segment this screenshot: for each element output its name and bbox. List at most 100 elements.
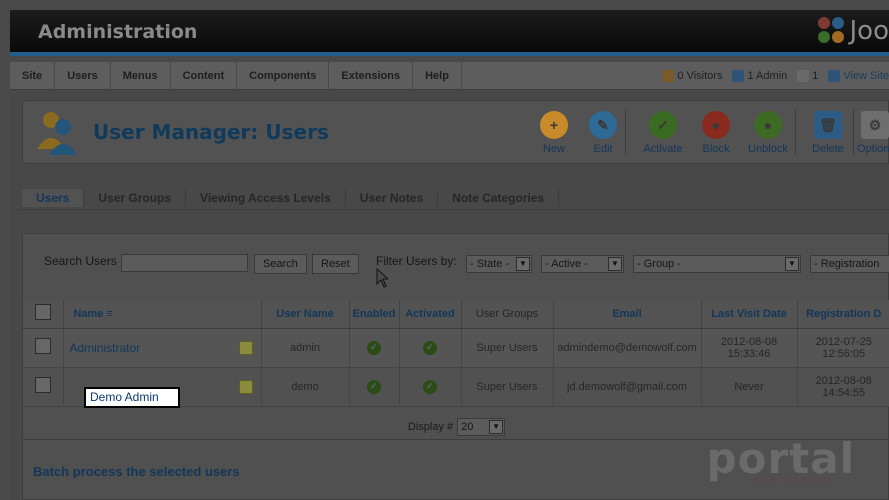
page-title: User Manager: Users bbox=[93, 120, 329, 144]
view-site-icon bbox=[828, 70, 841, 82]
chevron-down-icon: ▼ bbox=[489, 419, 504, 434]
highlighted-user-name-link[interactable]: Demo Admin bbox=[84, 387, 180, 408]
pencil-icon: ✎ bbox=[589, 111, 617, 139]
options-icon: ⚙ bbox=[861, 111, 889, 139]
activated-cell: ✓ bbox=[399, 328, 462, 368]
group-select[interactable]: - Group - ▼ bbox=[633, 255, 801, 273]
plus-icon: + bbox=[540, 111, 568, 139]
username-column-header[interactable]: User Name bbox=[261, 300, 350, 329]
registration-column-header[interactable]: Registration D bbox=[797, 300, 889, 329]
table-header-row: Name ≡ User Name Enabled Activated User … bbox=[23, 300, 889, 329]
visitors-icon bbox=[662, 70, 675, 82]
admin-header: Administration Joo bbox=[10, 10, 889, 56]
check-icon[interactable]: ✓ bbox=[367, 340, 381, 355]
sub-tabs: Users User Groups Viewing Access Levels … bbox=[18, 186, 889, 210]
tab-note-categories[interactable]: Note Categories bbox=[438, 188, 560, 207]
select-all-header bbox=[23, 300, 64, 329]
tab-user-notes[interactable]: User Notes bbox=[346, 188, 439, 207]
new-button[interactable]: + New bbox=[528, 111, 580, 155]
email-cell: admindemo@demowolf.com bbox=[553, 328, 702, 368]
chevron-down-icon: ▼ bbox=[785, 257, 799, 271]
last-visit-cell: 2012-08-08 15:33:46 bbox=[701, 328, 798, 368]
trash-icon: 🗑 bbox=[814, 111, 842, 139]
activated-column-header[interactable]: Activated bbox=[399, 300, 462, 329]
tab-viewing-access-levels[interactable]: Viewing Access Levels bbox=[186, 188, 346, 207]
groups-cell: Super Users bbox=[461, 367, 554, 407]
menu-components[interactable]: Components bbox=[237, 61, 330, 90]
check-icon[interactable]: ✓ bbox=[423, 379, 437, 394]
email-column-header[interactable]: Email bbox=[553, 300, 702, 329]
activated-cell: ✓ bbox=[399, 367, 462, 407]
enabled-cell: ✓ bbox=[349, 367, 400, 407]
status-area: 0 Visitors 1 Admin 1 View Site bbox=[662, 62, 889, 90]
menu-help[interactable]: Help bbox=[413, 61, 462, 90]
menu-site[interactable]: Site bbox=[10, 61, 56, 90]
joomla-logo: Joo bbox=[817, 14, 889, 48]
row-checkbox-cell bbox=[23, 328, 64, 368]
search-button[interactable]: Search bbox=[254, 254, 307, 274]
search-input[interactable] bbox=[121, 254, 248, 272]
row-checkbox[interactable] bbox=[34, 377, 51, 393]
select-all-checkbox[interactable] bbox=[34, 304, 51, 321]
user-name-link[interactable]: Administrator bbox=[70, 341, 141, 355]
chevron-down-icon: ▼ bbox=[516, 257, 530, 271]
options-button[interactable]: ⚙ Options bbox=[857, 111, 889, 155]
admin-title: Administration bbox=[38, 21, 198, 43]
last-visit-column-header[interactable]: Last Visit Date bbox=[701, 300, 798, 329]
joomla-mark-icon bbox=[817, 17, 846, 45]
user-name-cell: Administrator bbox=[63, 328, 262, 368]
groups-cell: Super Users bbox=[461, 328, 554, 368]
active-select[interactable]: - Active - ▼ bbox=[541, 255, 624, 273]
admins-status: 1 Admin bbox=[732, 70, 787, 82]
registration-cell: 2012-07-25 12:56:05 bbox=[797, 328, 889, 368]
toolbar-divider bbox=[853, 109, 854, 155]
batch-process-heading: Batch process the selected users bbox=[33, 464, 240, 479]
messages-status[interactable]: 1 bbox=[797, 70, 818, 82]
groups-column-header: User Groups bbox=[461, 300, 554, 329]
admins-icon bbox=[732, 70, 745, 82]
joomla-logo-text: Joo bbox=[849, 16, 889, 46]
enabled-column-header[interactable]: Enabled bbox=[349, 300, 400, 329]
tab-users[interactable]: Users bbox=[22, 188, 85, 207]
portal-watermark-sub: web hosting bbox=[753, 474, 835, 484]
mouse-cursor-icon bbox=[376, 268, 388, 288]
menu-menus[interactable]: Menus bbox=[111, 61, 171, 90]
user-manager-icon bbox=[33, 109, 81, 155]
check-icon: ✓ bbox=[649, 111, 677, 139]
view-site-link[interactable]: View Site bbox=[828, 70, 889, 82]
messages-icon bbox=[797, 70, 810, 82]
email-cell: jd.demowolf@gmail.com bbox=[553, 367, 702, 407]
add-note-icon[interactable] bbox=[238, 379, 253, 394]
unblock-button[interactable]: ● Unblock bbox=[742, 111, 794, 155]
block-button[interactable]: ● Block bbox=[690, 111, 742, 155]
check-icon[interactable]: ✓ bbox=[423, 340, 437, 355]
table-row: Administrator admin ✓ ✓ Super Users admi… bbox=[23, 328, 889, 368]
main-menu-bar: Site Users Menus Content Components Exte… bbox=[10, 61, 889, 90]
filter-bar: Search Users Search Reset Filter Users b… bbox=[23, 234, 889, 286]
registration-select[interactable]: - Registration D bbox=[810, 255, 889, 273]
display-count-select[interactable]: 20 ▼ bbox=[457, 417, 506, 436]
menu-users[interactable]: Users bbox=[55, 61, 111, 90]
sort-icon: ≡ bbox=[106, 307, 113, 320]
search-label: Search Users bbox=[44, 254, 117, 268]
registration-cell: 2012-08-08 14:54:55 bbox=[797, 367, 889, 407]
username-cell: demo bbox=[261, 367, 350, 407]
edit-button[interactable]: ✎ Edit bbox=[577, 111, 629, 155]
delete-button[interactable]: 🗑 Delete bbox=[802, 111, 854, 155]
unblock-icon: ● bbox=[754, 111, 782, 139]
reset-button[interactable]: Reset bbox=[312, 254, 359, 274]
row-checkbox[interactable] bbox=[34, 338, 51, 354]
menu-content[interactable]: Content bbox=[171, 61, 238, 90]
state-select[interactable]: - State - ▼ bbox=[466, 255, 532, 273]
name-column-header[interactable]: Name ≡ bbox=[63, 300, 262, 329]
add-note-icon[interactable] bbox=[238, 340, 253, 355]
menu-extensions[interactable]: Extensions bbox=[329, 61, 414, 90]
check-icon[interactable]: ✓ bbox=[367, 379, 381, 394]
activate-button[interactable]: ✓ Activate bbox=[637, 111, 689, 155]
visitors-status: 0 Visitors bbox=[662, 70, 722, 82]
display-label: Display # bbox=[407, 420, 454, 433]
last-visit-cell: Never bbox=[701, 367, 798, 407]
toolbar-divider bbox=[625, 109, 626, 155]
chevron-down-icon: ▼ bbox=[608, 257, 622, 271]
tab-user-groups[interactable]: User Groups bbox=[84, 188, 187, 207]
